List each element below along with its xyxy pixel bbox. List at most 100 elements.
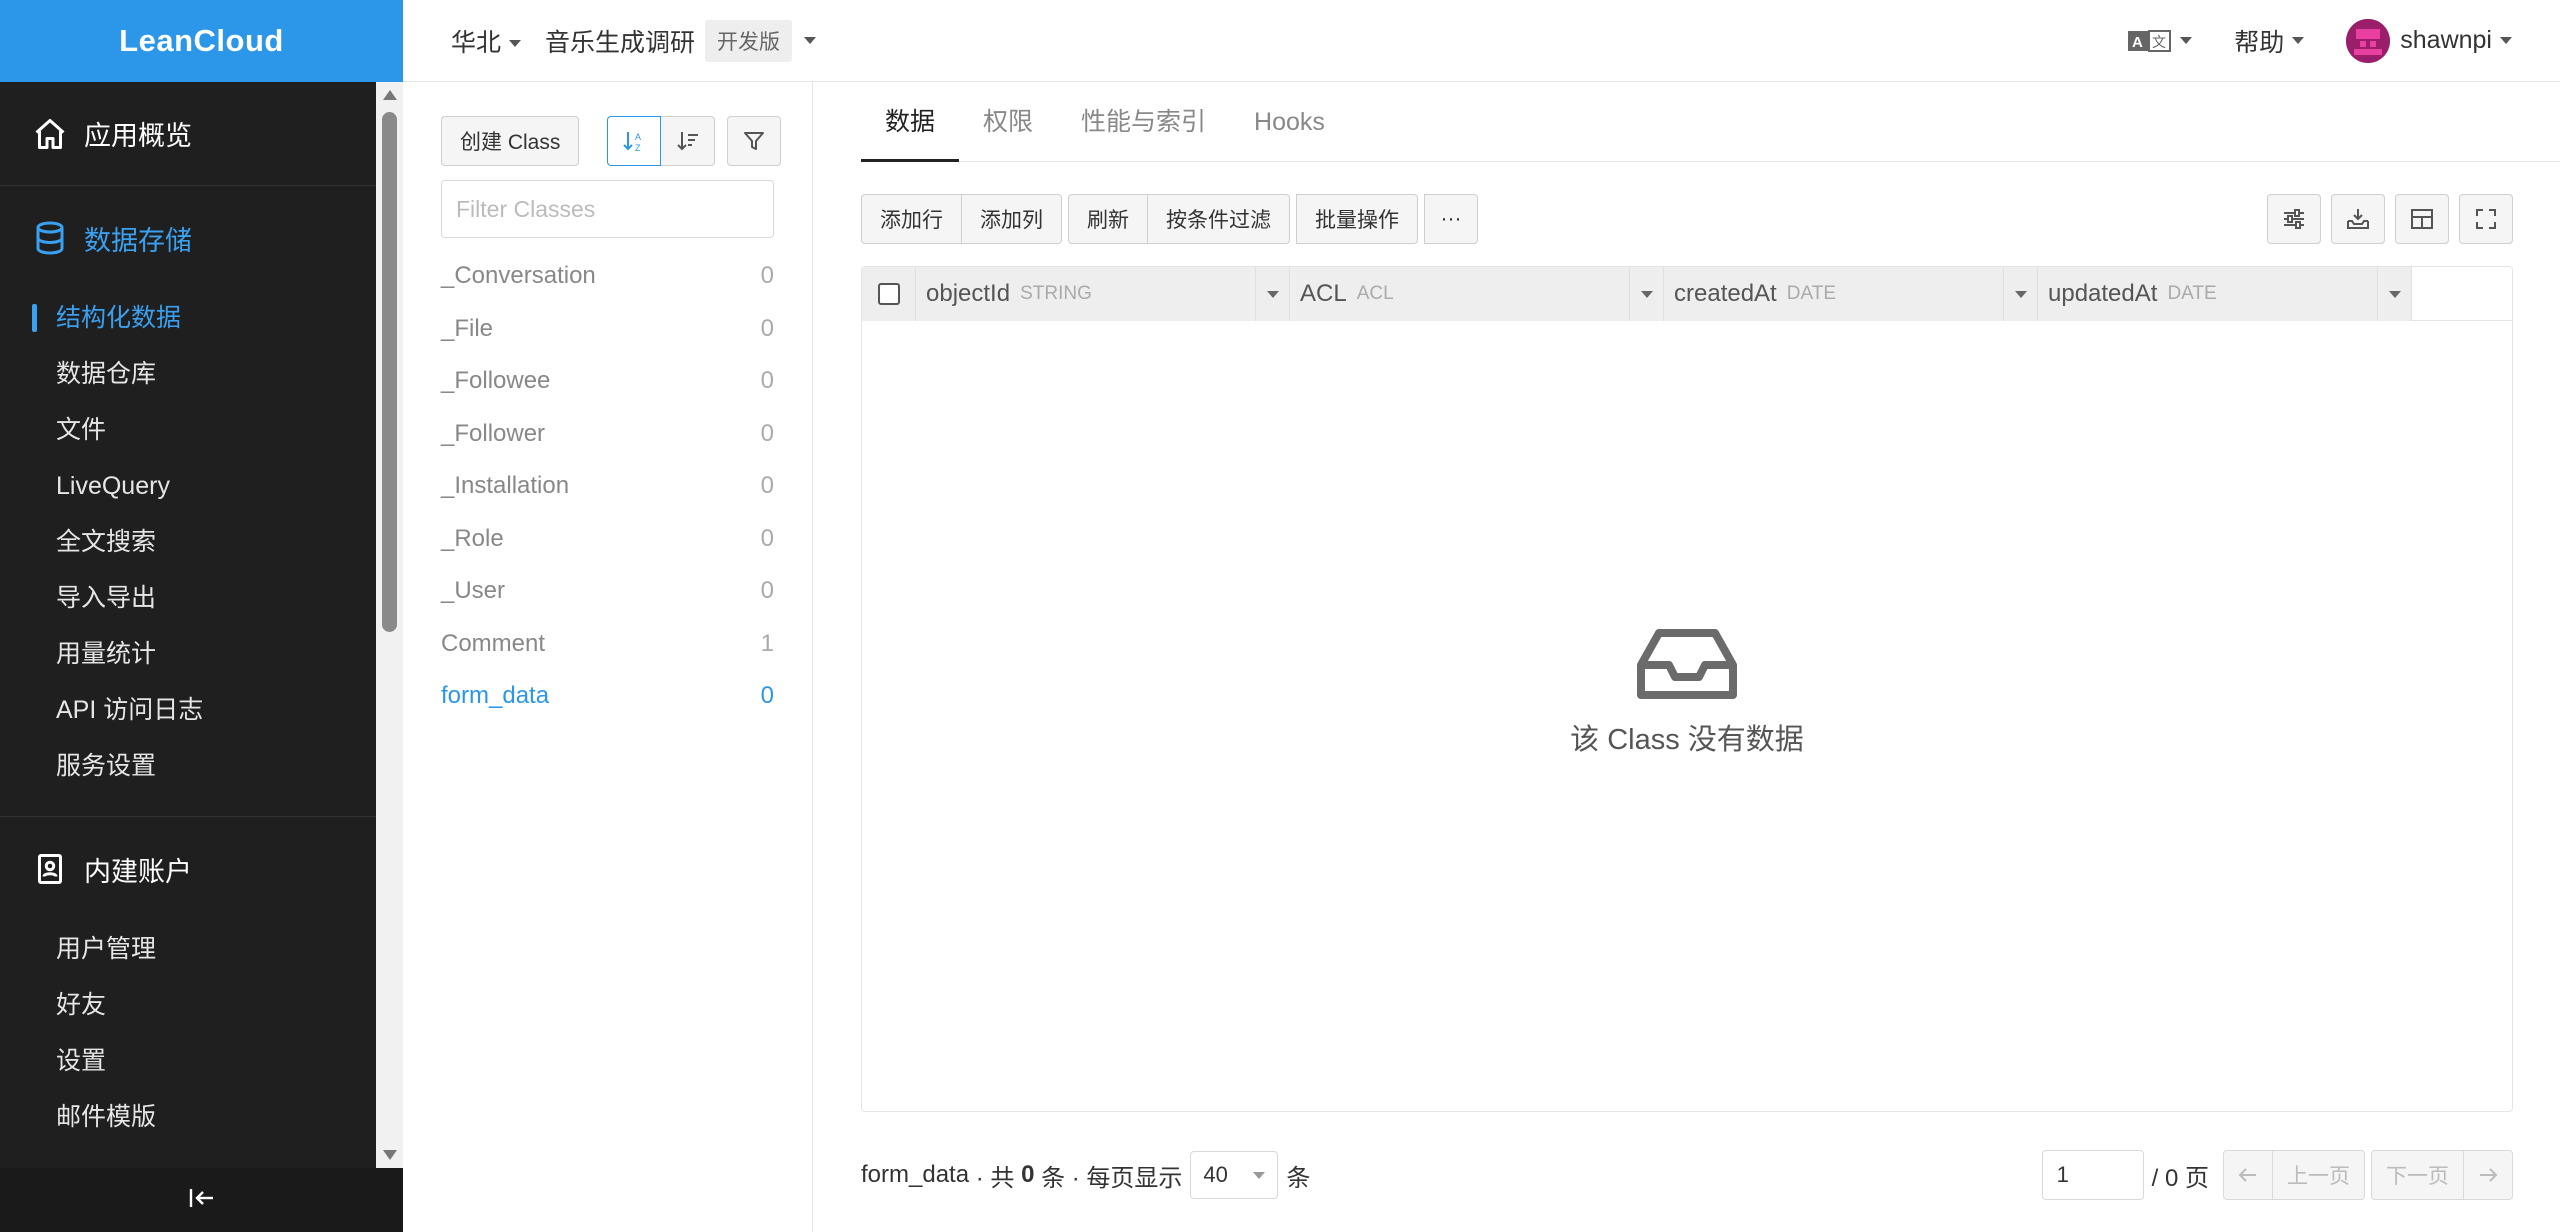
page-number-input[interactable] <box>2041 1150 2144 1200</box>
class-name: _Followee <box>441 367 551 394</box>
tab-permissions[interactable]: 权限 <box>959 82 1057 162</box>
sidebar-item-data-warehouse[interactable]: 数据仓库 <box>0 346 376 402</box>
svg-text:A: A <box>2132 34 2143 51</box>
brand-logo[interactable]: LeanCloud <box>0 0 403 82</box>
user-menu[interactable]: shawnpi <box>2346 18 2512 63</box>
class-name: _File <box>441 314 494 342</box>
scroll-down-arrow-icon[interactable] <box>383 1150 397 1160</box>
sidebar-item-accounts[interactable]: 内建账户 <box>0 817 376 921</box>
column-header-acl[interactable]: ACL ACL <box>1290 267 1664 321</box>
sidebar-item-usage-stats[interactable]: 用量统计 <box>0 626 376 682</box>
collapse-sidebar-button[interactable] <box>0 1168 403 1232</box>
column-menu-chevron-down-icon[interactable] <box>2377 267 2411 321</box>
app-root: LeanCloud 应用概览 数据存储 结构化数据 数据仓库 文件 LiveQu… <box>0 0 2560 1232</box>
table-icon <box>2411 209 2433 229</box>
sort-alpha-button[interactable]: AZ <box>607 116 662 166</box>
filter-classes-button[interactable] <box>727 116 782 166</box>
scrollbar-thumb[interactable] <box>382 112 397 632</box>
column-menu-chevron-down-icon[interactable] <box>2003 267 2037 321</box>
create-class-button[interactable]: 创建 Class <box>441 116 580 166</box>
tab-data[interactable]: 数据 <box>861 82 960 162</box>
condition-filter-button[interactable]: 按条件过滤 <box>1148 194 1290 244</box>
tab-performance-index[interactable]: 性能与索引 <box>1057 82 1230 162</box>
sidebar-item-overview[interactable]: 应用概览 <box>0 82 376 186</box>
class-item-form-data[interactable]: form_data 0 <box>441 670 774 723</box>
class-count: 0 <box>760 314 774 342</box>
footer-sep-total: · 共 <box>969 1164 1022 1192</box>
region-selector[interactable]: 华北 <box>451 23 522 59</box>
app-name[interactable]: 音乐生成调研 <box>545 23 695 59</box>
chevron-down-icon <box>1253 1171 1266 1179</box>
next-arrow-button[interactable] <box>2464 1150 2513 1200</box>
class-item-installation[interactable]: _Installation 0 <box>441 460 774 513</box>
home-icon <box>32 116 68 152</box>
sidebar-item-friends[interactable]: 好友 <box>0 977 376 1033</box>
sidebar-item-api-logs[interactable]: API 访问日志 <box>0 682 376 738</box>
class-item-role[interactable]: _Role 0 <box>441 513 774 566</box>
class-name: _User <box>441 577 506 604</box>
class-item-follower[interactable]: _Follower 0 <box>441 408 774 461</box>
svg-text:文: 文 <box>2152 35 2166 51</box>
class-item-conversation[interactable]: _Conversation 0 <box>441 250 774 303</box>
sort-toggle-group: AZ <box>607 116 716 166</box>
sidebar-item-import-export[interactable]: 导入导出 <box>0 570 376 626</box>
add-row-button[interactable]: 添加行 <box>861 194 962 244</box>
class-item-user[interactable]: _User 0 <box>441 565 774 618</box>
language-switcher[interactable]: A文 <box>2128 28 2193 54</box>
scroll-up-arrow-icon[interactable] <box>383 90 397 100</box>
arrow-left-icon <box>2238 1168 2256 1182</box>
column-header-updatedat[interactable]: updatedAt DATE <box>2038 267 2412 321</box>
translate-icon: A文 <box>2128 28 2172 54</box>
prev-arrow-button[interactable] <box>2223 1150 2273 1200</box>
select-all-checkbox[interactable] <box>877 283 900 305</box>
sidebar-item-service-settings[interactable]: 服务设置 <box>0 738 376 794</box>
column-menu-chevron-down-icon[interactable] <box>1255 267 1289 321</box>
class-item-file[interactable]: _File 0 <box>441 303 774 356</box>
refresh-button[interactable]: 刷新 <box>1068 194 1148 244</box>
sort-count-button[interactable] <box>661 116 716 166</box>
footer-class-name: form_data <box>861 1161 970 1188</box>
view-toolbar <box>2257 194 2513 244</box>
column-header-createdat[interactable]: createdAt DATE <box>1664 267 2038 321</box>
contact-card-icon <box>32 851 68 887</box>
class-item-followee[interactable]: _Followee 0 <box>441 355 774 408</box>
sidebar-item-email-templates[interactable]: 邮件模版 <box>0 1089 376 1145</box>
filter-classes-input[interactable] <box>441 180 774 238</box>
sidebar-item-storage[interactable]: 数据存储 <box>0 186 376 290</box>
class-name: _Installation <box>441 472 570 499</box>
more-options-button[interactable]: ··· <box>1424 194 1478 244</box>
sidebar-scrollbar[interactable] <box>376 82 403 1168</box>
sidebar-item-fulltext-search[interactable]: 全文搜索 <box>0 514 376 570</box>
sidebar-item-user-management[interactable]: 用户管理 <box>0 921 376 977</box>
data-toolbar: 添加行 添加列 刷新 按条件过滤 批量操作 ··· <box>861 194 1484 244</box>
export-button[interactable] <box>2331 194 2385 244</box>
class-count: 0 <box>760 524 774 552</box>
prev-page-button[interactable]: 上一页 <box>2273 1150 2365 1200</box>
class-count: 0 <box>760 472 774 499</box>
sidebar-item-label: 应用概览 <box>84 121 192 151</box>
sidebar-item-structured-data[interactable]: 结构化数据 <box>0 290 376 346</box>
add-column-button[interactable]: 添加列 <box>962 194 1062 244</box>
sidebar-scroll-area: 应用概览 数据存储 结构化数据 数据仓库 文件 LiveQuery 全文搜索 导… <box>0 82 376 1168</box>
table-layout-button[interactable] <box>2395 194 2449 244</box>
pagination: / 0 页 上一页 下一页 <box>2041 1150 2513 1200</box>
class-count: 0 <box>760 682 774 709</box>
sidebar-item-files[interactable]: 文件 <box>0 402 376 458</box>
column-settings-button[interactable] <box>2267 194 2321 244</box>
class-item-comment[interactable]: Comment 1 <box>441 618 774 671</box>
next-page-button[interactable]: 下一页 <box>2371 1150 2464 1200</box>
tab-hooks[interactable]: Hooks <box>1230 82 1349 162</box>
class-count: 0 <box>760 577 774 604</box>
page-size-select[interactable]: 40 <box>1190 1151 1279 1199</box>
help-menu[interactable]: 帮助 <box>2234 23 2305 59</box>
svg-text:A: A <box>635 132 641 142</box>
batch-operations-button[interactable]: 批量操作 <box>1296 194 1418 244</box>
sidebar-item-settings[interactable]: 设置 <box>0 1033 376 1089</box>
column-menu-chevron-down-icon[interactable] <box>1629 267 1663 321</box>
fullscreen-button[interactable] <box>2459 194 2513 244</box>
funnel-icon <box>744 132 765 150</box>
sidebar-item-livequery[interactable]: LiveQuery <box>0 458 376 514</box>
column-header-objectid[interactable]: objectId STRING <box>916 267 1290 321</box>
avatar <box>2346 18 2391 63</box>
app-switch-chevron-down-icon[interactable] <box>804 37 817 44</box>
